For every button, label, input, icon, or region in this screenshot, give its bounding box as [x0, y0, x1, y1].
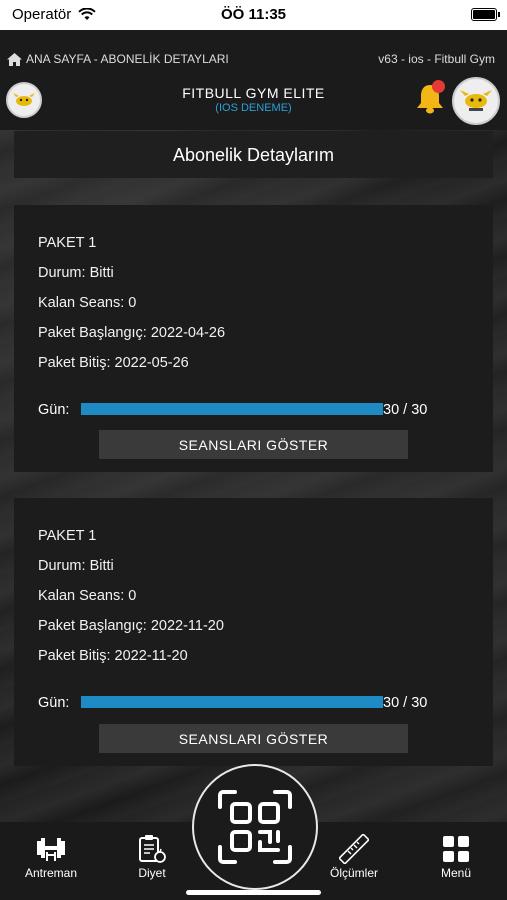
nav-label: Menü — [440, 866, 472, 880]
package-name: PAKET 1 — [38, 528, 97, 544]
home-indicator — [186, 890, 321, 895]
nav-label: Diyet — [138, 866, 166, 880]
package-status: Durum: Bitti — [38, 265, 114, 281]
version-label: v63 - ios - Fitbull Gym — [378, 52, 495, 66]
notification-badge — [432, 80, 445, 93]
days-progress-bar — [81, 696, 383, 708]
days-label: Gün: — [38, 695, 70, 711]
days-label: Gün: — [38, 402, 70, 418]
bull-logo-icon — [460, 90, 492, 111]
package-name: PAKET 1 — [38, 235, 97, 251]
app-header: ANA SAYFA - ABONELİK DETAYLARI v63 - ios… — [0, 30, 507, 130]
user-avatar[interactable] — [452, 77, 500, 125]
days-progress-bar — [81, 403, 383, 415]
nav-item-antreman[interactable]: Antreman — [6, 832, 96, 880]
ruler-icon — [339, 834, 369, 864]
package-card: PAKET 1 Durum: Bitti Kalan Seans: 0 Pake… — [14, 498, 493, 766]
show-sessions-button[interactable]: SEANSLARI GÖSTER — [99, 724, 408, 753]
nav-label: Ölçümler — [329, 866, 378, 880]
package-remaining: Kalan Seans: 0 — [38, 295, 137, 311]
package-end: Paket Bitiş: 2022-05-26 — [38, 355, 189, 371]
package-start: Paket Başlangıç: 2022-04-26 — [38, 325, 226, 341]
page-title-bar: Abonelik Detaylarım — [14, 131, 493, 178]
breadcrumb-text: ANA SAYFA - ABONELİK DETAYLARI — [26, 52, 229, 66]
nav-item-diyet[interactable]: Diyet — [107, 832, 197, 880]
qr-scan-icon — [218, 790, 292, 864]
days-progress-fill — [81, 696, 383, 708]
package-start: Paket Başlangıç: 2022-11-20 — [38, 618, 224, 634]
grid-icon — [443, 836, 469, 862]
package-end: Paket Bitiş: 2022-11-20 — [38, 648, 188, 664]
days-progress-text: 30 / 30 — [383, 695, 428, 711]
dumbbell-icon — [37, 838, 65, 861]
breadcrumb[interactable]: ANA SAYFA - ABONELİK DETAYLARI — [7, 52, 229, 66]
qr-scan-button[interactable] — [192, 764, 318, 890]
clipboard-apple-icon — [139, 835, 166, 863]
clock: ÖÖ 11:35 — [220, 6, 287, 23]
package-status: Durum: Bitti — [38, 558, 114, 574]
home-icon — [7, 52, 22, 66]
days-progress-text: 30 / 30 — [383, 402, 428, 418]
page-title: Abonelik Detaylarım — [172, 145, 335, 165]
nav-label: Antreman — [24, 866, 78, 880]
package-card: PAKET 1 Durum: Bitti Kalan Seans: 0 Pake… — [14, 205, 493, 472]
package-remaining: Kalan Seans: 0 — [38, 588, 137, 604]
status-bar: Operatör ÖÖ 11:35 — [0, 0, 507, 30]
show-sessions-button[interactable]: SEANSLARI GÖSTER — [99, 430, 408, 459]
nav-item-menu[interactable]: Menü — [411, 832, 501, 880]
battery-icon — [471, 8, 500, 21]
days-progress-fill — [81, 403, 383, 415]
nav-item-olcumler[interactable]: Ölçümler — [309, 832, 399, 880]
